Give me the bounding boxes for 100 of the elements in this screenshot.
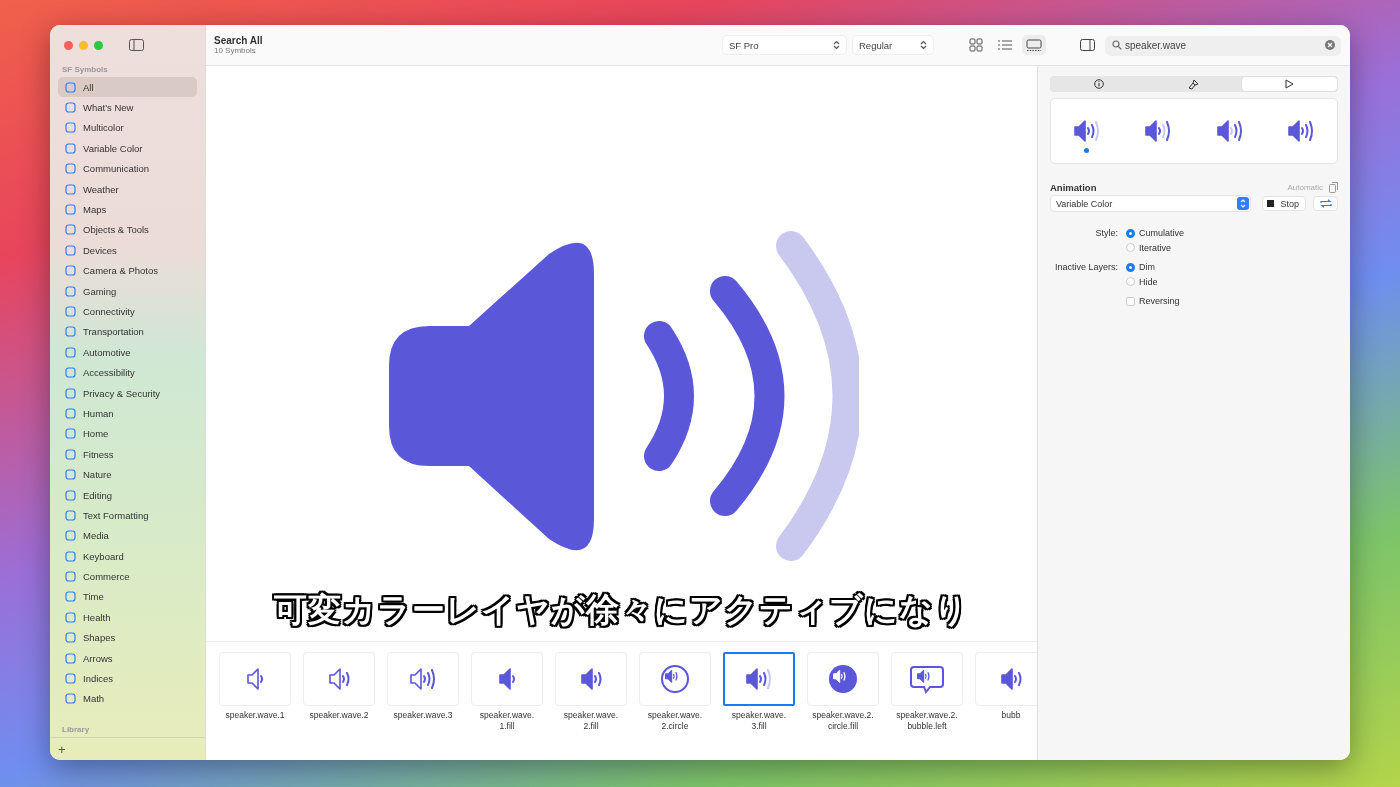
- stop-button[interactable]: Stop: [1262, 196, 1306, 211]
- search-field[interactable]: speaker.wave: [1105, 35, 1341, 56]
- sidebar-item[interactable]: Human: [58, 403, 197, 424]
- sidebar-item[interactable]: Automotive: [58, 342, 197, 363]
- radio-option[interactable]: Cumulative: [1126, 226, 1338, 241]
- radio-option[interactable]: Hide: [1126, 274, 1338, 289]
- chevron-icon: [833, 40, 840, 50]
- sidebar-item[interactable]: All: [58, 77, 197, 98]
- sidebar-item[interactable]: Maps: [58, 199, 197, 220]
- symbol-name: speaker.wave. 3.fill: [731, 710, 787, 732]
- sidebar-item[interactable]: Fitness: [58, 444, 197, 465]
- sidebar-item[interactable]: Editing: [58, 484, 197, 506]
- add-button[interactable]: +: [56, 742, 68, 757]
- radio-option[interactable]: Dim: [1126, 260, 1338, 275]
- category-icon: [65, 489, 76, 501]
- category-icon: [65, 183, 76, 195]
- symbol-name: speaker.wave.1: [225, 710, 285, 721]
- chevron-icon: [1237, 197, 1250, 210]
- chevron-icon: [920, 40, 927, 50]
- category-icon: [65, 387, 76, 399]
- speaker-icon[interactable]: [1073, 119, 1100, 142]
- sidebar-item[interactable]: Weather: [58, 178, 197, 200]
- font-dropdown[interactable]: SF Pro: [722, 35, 847, 55]
- category-icon: [65, 632, 76, 644]
- sidebar-item[interactable]: Transportation: [58, 321, 197, 343]
- category-icon: [65, 530, 76, 542]
- category-icon: [65, 591, 76, 603]
- sidebar-toggle-icon[interactable]: [129, 39, 144, 51]
- speaker-icon: [409, 667, 437, 691]
- sidebar-item[interactable]: Math: [58, 688, 197, 710]
- speaker-icon[interactable]: [1145, 119, 1172, 142]
- sidebar-item[interactable]: Camera & Photos: [58, 260, 197, 281]
- sidebar-item[interactable]: Time: [58, 586, 197, 608]
- speaker-icon[interactable]: [1216, 119, 1243, 142]
- category-icon: [65, 346, 76, 358]
- sidebar-item[interactable]: Devices: [58, 240, 197, 261]
- automatic-label: Automatic: [1287, 183, 1323, 192]
- animation-dropdown[interactable]: Variable Color: [1050, 195, 1252, 212]
- speaker-icon: [498, 667, 516, 691]
- category-icon: [65, 204, 76, 216]
- symbol-name: speaker.wave.3: [393, 710, 453, 721]
- sidebar-item[interactable]: What's New: [58, 97, 197, 118]
- sidebar-item[interactable]: Gaming: [58, 280, 197, 302]
- inspector-toggle-icon[interactable]: [1080, 39, 1095, 51]
- subtitle-caption: 可変カラーレイヤが徐々にアクティブになり: [274, 589, 969, 632]
- sidebar-item[interactable]: Multicolor: [58, 117, 197, 139]
- sidebar-item[interactable]: Media: [58, 525, 197, 546]
- category-icon: [65, 611, 76, 623]
- category-icon: [65, 367, 76, 379]
- category-icon: [65, 550, 76, 562]
- sidebar-item[interactable]: Commerce: [58, 566, 197, 587]
- gallery-view-button[interactable]: [1022, 35, 1046, 55]
- symbol-name: bubb: [1001, 710, 1021, 721]
- sidebar-item[interactable]: Objects & Tools: [58, 219, 197, 241]
- close-button[interactable]: [64, 40, 73, 50]
- sidebar-item[interactable]: Privacy & Security: [58, 382, 197, 404]
- play-tab[interactable]: [1241, 77, 1337, 91]
- category-icon: [65, 693, 76, 705]
- sidebar-item[interactable]: Accessibility: [58, 362, 197, 383]
- radio-option[interactable]: Iterative: [1126, 240, 1338, 255]
- symbol-count: 10 Symbols: [214, 46, 257, 55]
- category-icon: [65, 326, 76, 338]
- sidebar-item[interactable]: Nature: [58, 464, 197, 485]
- symbol-name: speaker.wave.2. circle.fill: [812, 710, 874, 732]
- weight-dropdown[interactable]: Regular: [852, 35, 934, 55]
- sidebar-item[interactable]: Communication: [58, 158, 197, 179]
- sidebar-item[interactable]: Home: [58, 423, 197, 445]
- reversing-checkbox[interactable]: Reversing: [1126, 294, 1338, 309]
- sidebar-item[interactable]: Indices: [58, 668, 197, 689]
- sidebar-item[interactable]: Variable Color: [58, 138, 197, 159]
- section-title: Animation: [1050, 182, 1098, 193]
- speaker-icon: [579, 667, 603, 691]
- sidebar-item[interactable]: Arrows: [58, 647, 197, 669]
- category-icon: [65, 244, 76, 256]
- category-icon: [65, 673, 76, 684]
- category-icon: [65, 265, 76, 277]
- category-icon: [65, 571, 76, 583]
- info-icon: [1093, 79, 1104, 89]
- category-icon: [65, 448, 76, 460]
- speaker-icon[interactable]: [1288, 119, 1315, 142]
- category-icon: [65, 428, 76, 440]
- brush-icon: [1188, 78, 1200, 90]
- list-icon: [998, 39, 1012, 51]
- clear-icon[interactable]: [1325, 40, 1335, 50]
- grid-icon: [969, 38, 983, 52]
- sidebar-item[interactable]: Health: [58, 607, 197, 628]
- category-icon: [65, 652, 76, 664]
- copy-icon[interactable]: [1329, 182, 1338, 193]
- category-icon: [65, 224, 76, 236]
- gallery-icon: [1026, 38, 1042, 52]
- sidebar-item[interactable]: Text Formatting: [58, 505, 197, 526]
- sidebar-item[interactable]: Keyboard: [58, 546, 197, 567]
- category-icon: [65, 469, 76, 481]
- category-icon: [65, 122, 76, 134]
- option-label: Style:: [1094, 227, 1118, 240]
- repeat-icon: [1319, 199, 1332, 208]
- symbol-tile[interactable]: [723, 652, 795, 706]
- sidebar-item[interactable]: Shapes: [58, 627, 197, 648]
- sidebar-item[interactable]: Connectivity: [58, 301, 197, 322]
- repeat-button[interactable]: [1313, 196, 1338, 211]
